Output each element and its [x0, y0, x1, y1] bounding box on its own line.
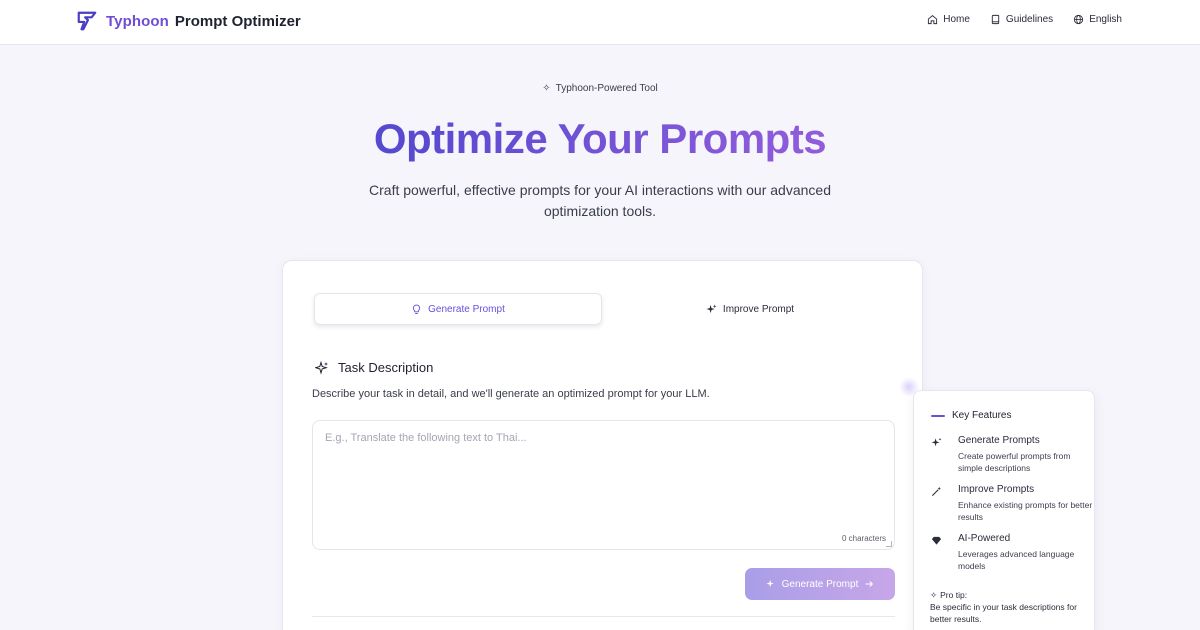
- nav-home-label: Home: [943, 14, 970, 25]
- language-selector[interactable]: English: [1073, 14, 1122, 25]
- nav-guidelines[interactable]: Guidelines: [990, 14, 1053, 25]
- wand-icon: [931, 486, 941, 497]
- features-header: Key Features: [931, 410, 1011, 421]
- hero-badge-label: Typhoon-Powered Tool: [555, 83, 658, 94]
- pro-tip-label: Pro tip:: [940, 590, 968, 600]
- task-description: Describe your task in detail, and we'll …: [312, 388, 710, 400]
- sparkles-icon: [766, 579, 774, 588]
- prompt-card: Generate Prompt Improve Prompt Task Desc…: [282, 260, 923, 630]
- pro-tip: ✧ Pro tip: Be specific in your task descr…: [930, 589, 1090, 625]
- language-label: English: [1089, 14, 1122, 25]
- feature-description: Leverages advanced language models: [958, 549, 1075, 571]
- page-subtitle: Craft powerful, effective prompts for yo…: [369, 182, 831, 219]
- sparkles-icon: [931, 437, 942, 447]
- key-features-panel: Key Features Generate Prompts Create pow…: [913, 390, 1095, 630]
- feature-description: Create powerful prompts from simple desc…: [958, 451, 1071, 473]
- features-title: Key Features: [952, 410, 1012, 421]
- hero-badge: ✧ Typhoon-Powered Tool: [0, 83, 1200, 94]
- tab-improve-label: Improve Prompt: [722, 303, 795, 315]
- task-section-header: Task Description: [315, 360, 433, 375]
- task-input[interactable]: [313, 421, 894, 549]
- top-nav-bar: Typhoon Prompt Optimizer Home Guidelines…: [0, 0, 1200, 45]
- home-icon: [928, 15, 938, 25]
- pro-tip-text: Be specific in your task descriptions fo…: [930, 602, 1077, 624]
- feature-name: AI-Powered: [958, 533, 1011, 544]
- mode-tabs: Generate Prompt Improve Prompt: [314, 293, 894, 326]
- page-title: Optimize Your Prompts: [0, 115, 1200, 163]
- tab-improve-prompt[interactable]: Improve Prompt: [606, 293, 894, 325]
- feature-name: Improve Prompts: [958, 484, 1035, 495]
- task-title: Task Description: [338, 360, 434, 375]
- nav-guidelines-label: Guidelines: [1005, 14, 1054, 25]
- task-input-wrapper: 0 characters: [312, 420, 895, 550]
- sparkles-icon: ✧: [930, 590, 938, 600]
- feature-description: Enhance existing prompts for better resu…: [958, 500, 1093, 522]
- tab-generate-prompt[interactable]: Generate Prompt: [314, 293, 602, 325]
- main-nav: Home Guidelines English: [927, 14, 1122, 25]
- generate-prompt-button[interactable]: Generate Prompt: [745, 568, 895, 600]
- arrow-right-icon: [866, 581, 874, 587]
- gem-icon: [931, 536, 942, 545]
- char-count: 0 characters: [841, 534, 886, 543]
- resize-handle[interactable]: [886, 541, 892, 547]
- brand-suffix: Prompt Optimizer: [174, 12, 301, 30]
- card-divider: [312, 616, 895, 617]
- feature-name: Generate Prompts: [958, 435, 1040, 446]
- brand-name: Typhoon: [106, 12, 169, 30]
- generate-button-label: Generate Prompt: [781, 578, 859, 590]
- typhoon-logo-icon: [77, 11, 97, 31]
- globe-icon: [1074, 14, 1084, 25]
- brand[interactable]: Typhoon Prompt Optimizer: [76, 10, 301, 32]
- lightbulb-icon: [413, 304, 421, 314]
- book-icon: [991, 14, 1000, 25]
- nav-home[interactable]: Home: [927, 14, 970, 25]
- sparkles-icon: [315, 360, 328, 375]
- tab-generate-label: Generate Prompt: [428, 303, 505, 315]
- sparkles-icon: [706, 303, 717, 313]
- accent-bar: [931, 414, 945, 417]
- sparkles-icon: ✧: [542, 83, 551, 94]
